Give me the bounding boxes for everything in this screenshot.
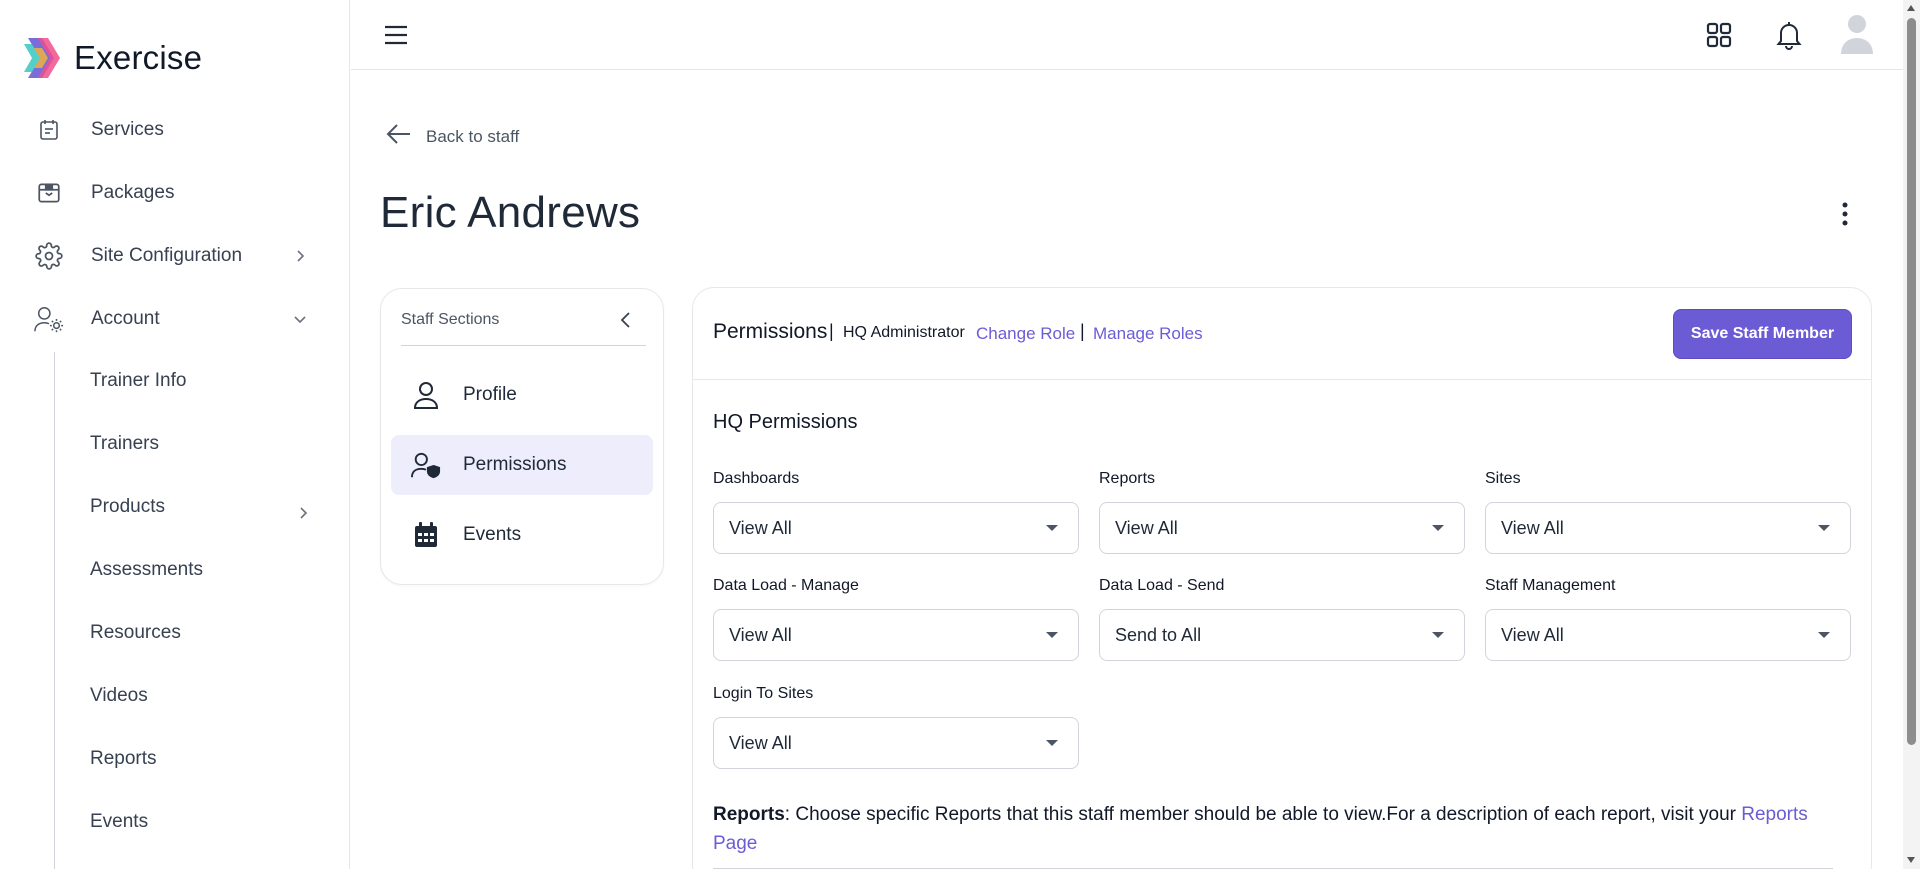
caret-down-icon [1046, 525, 1058, 531]
chevron-left-icon[interactable] [616, 310, 636, 330]
apps-grid-icon[interactable] [1704, 20, 1734, 50]
select-value: View All [729, 733, 792, 753]
sidebar-item-site-configuration[interactable]: Site Configuration [34, 236, 310, 276]
data-load-manage-label: Data Load - Manage [713, 577, 859, 594]
gear-icon [34, 241, 64, 271]
sidebar-item-packages[interactable]: Packages [34, 173, 310, 213]
back-to-staff-link[interactable]: Back to staff [386, 123, 519, 150]
chevron-right-icon [296, 500, 310, 530]
avatar-icon[interactable] [1839, 12, 1875, 56]
reports-note-bold: Reports [713, 804, 785, 825]
sidebar-subitem-trainer-info[interactable]: Trainer Info [90, 366, 186, 396]
sidebar-subitem-events[interactable]: Events [90, 807, 148, 837]
permissions-title: Permissions [713, 320, 828, 343]
page-scrollbar[interactable] [1903, 0, 1920, 869]
user-icon [411, 380, 441, 410]
caret-down-icon [1818, 632, 1830, 638]
dashboards-label: Dashboards [713, 470, 800, 487]
reports-label: Reports [1099, 470, 1156, 487]
select-value: View All [1501, 625, 1564, 645]
menu-icon[interactable] [383, 22, 411, 48]
sidebar-subitem-videos[interactable]: Videos [90, 681, 148, 711]
data-load-send-select[interactable]: Send to All [1099, 609, 1465, 661]
logo-icon [24, 38, 62, 78]
manage-roles-link[interactable]: Manage Roles [1093, 324, 1203, 344]
sidebar-subitem-trainers[interactable]: Trainers [90, 429, 159, 459]
reports-note-text: : Choose specific Reports that this staf… [784, 804, 1742, 825]
calendar-check-icon [34, 115, 64, 145]
dashboards-select[interactable]: View All [713, 502, 1079, 554]
staff-section-permissions[interactable]: Permissions [391, 435, 653, 495]
header-separator: | [1080, 321, 1085, 341]
data-load-send-label: Data Load - Send [1099, 577, 1225, 594]
sidebar-subitem-assessments[interactable]: Assessments [90, 555, 203, 585]
sites-label: Sites [1485, 470, 1521, 487]
caret-down-icon [1432, 525, 1444, 531]
staff-sections-title: Staff Sections [401, 311, 500, 328]
sidebar: Exercise Services Packages Site Configur… [0, 0, 350, 869]
select-value: View All [1115, 518, 1178, 538]
user-settings-icon [34, 304, 64, 334]
top-bar [351, 0, 1903, 70]
page-title: Eric Andrews [380, 188, 641, 237]
staff-sections-header: Staff Sections [401, 306, 646, 346]
user-shield-icon [411, 450, 441, 480]
caret-down-icon [1432, 632, 1444, 638]
hq-permissions-title: HQ Permissions [713, 411, 858, 433]
scroll-up-icon[interactable] [1907, 5, 1915, 11]
calendar-icon [411, 520, 441, 550]
caret-down-icon [1818, 525, 1830, 531]
select-value: View All [729, 625, 792, 645]
select-value: Send to All [1115, 625, 1202, 645]
sidebar-item-label: Account [91, 308, 160, 329]
arrow-left-icon [386, 123, 412, 150]
permissions-header: Permissions | HQ Administrator Change Ro… [693, 288, 1871, 380]
back-label: Back to staff [426, 126, 520, 146]
chevron-down-icon [290, 309, 310, 329]
sites-select[interactable]: View All [1485, 502, 1851, 554]
caret-down-icon [1046, 740, 1058, 746]
staff-sections-card: Staff Sections Profile Permissions Event… [380, 288, 664, 585]
app-logo[interactable]: Exercise [24, 38, 202, 78]
current-role: HQ Administrator [843, 324, 965, 341]
reports-note: Reports: Choose specific Reports that th… [713, 800, 1833, 858]
sidebar-subitem-reports[interactable]: Reports [90, 744, 157, 774]
staff-section-label: Permissions [463, 454, 567, 475]
bell-icon[interactable] [1774, 19, 1804, 51]
caret-down-icon [1046, 632, 1058, 638]
staff-management-label: Staff Management [1485, 577, 1616, 594]
sidebar-item-label: Packages [91, 182, 175, 203]
submenu-guide-line [54, 352, 55, 869]
staff-section-profile[interactable]: Profile [391, 365, 653, 425]
save-staff-member-button[interactable]: Save Staff Member [1673, 309, 1852, 359]
app-name: Exercise [74, 39, 203, 76]
sidebar-item-label: Site Configuration [91, 245, 243, 266]
login-to-sites-label: Login To Sites [713, 685, 814, 702]
header-separator: | [829, 321, 834, 341]
chevron-right-icon [290, 246, 310, 266]
sidebar-item-account[interactable]: Account [34, 299, 310, 339]
data-load-manage-select[interactable]: View All [713, 609, 1079, 661]
select-value: View All [729, 518, 792, 538]
staff-section-events[interactable]: Events [391, 505, 653, 565]
staff-management-select[interactable]: View All [1485, 609, 1851, 661]
select-value: View All [1501, 518, 1564, 538]
sidebar-subitem-resources[interactable]: Resources [90, 618, 181, 648]
permissions-card: Permissions | HQ Administrator Change Ro… [692, 287, 1872, 869]
change-role-link[interactable]: Change Role [976, 324, 1075, 344]
package-icon [34, 178, 64, 208]
sidebar-item-services[interactable]: Services [34, 110, 310, 150]
more-options-icon[interactable] [1833, 200, 1857, 228]
sidebar-item-label: Services [91, 119, 164, 140]
sidebar-subitem-label: Products [90, 496, 165, 517]
sidebar-subitem-products[interactable]: Products [90, 492, 310, 522]
scroll-thumb[interactable] [1907, 18, 1916, 745]
login-to-sites-select[interactable]: View All [713, 717, 1079, 769]
reports-select[interactable]: View All [1099, 502, 1465, 554]
staff-section-label: Events [463, 524, 522, 545]
staff-section-label: Profile [463, 384, 517, 405]
scroll-down-icon[interactable] [1907, 857, 1915, 863]
